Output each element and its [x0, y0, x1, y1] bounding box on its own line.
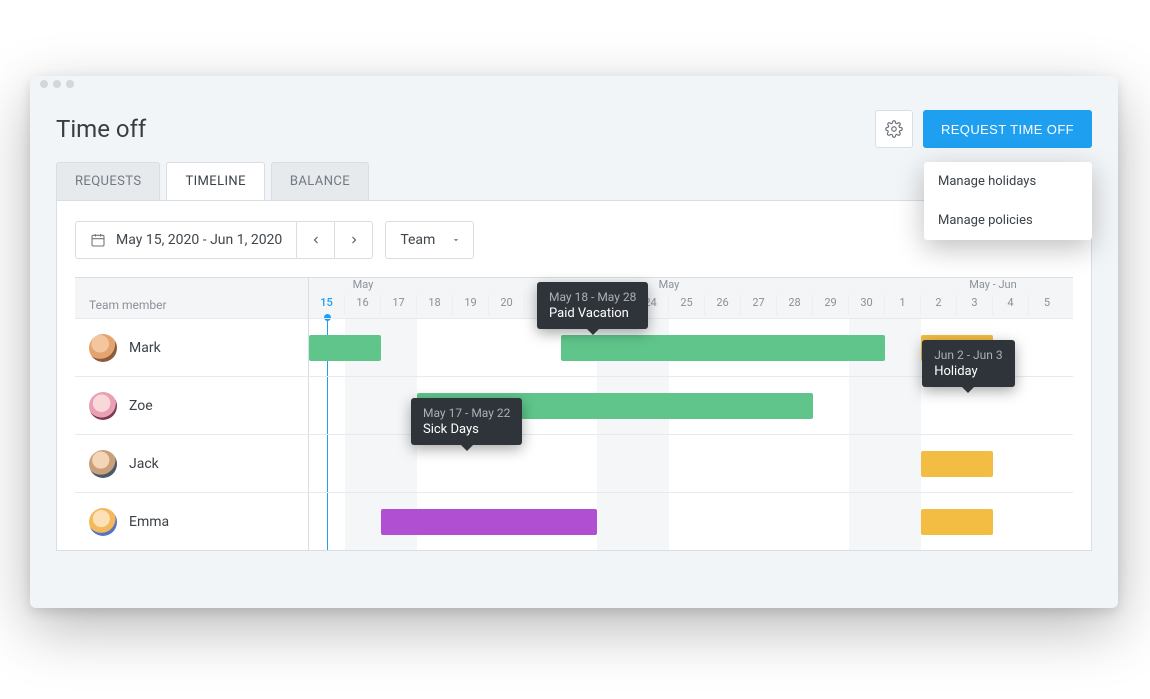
menu-item-manage-policies[interactable]: Manage policies	[924, 201, 1092, 240]
today-line	[327, 377, 328, 434]
member-row: Jack	[75, 434, 1073, 492]
bar-tooltip: Jun 2 - Jun 3 Holiday	[922, 340, 1014, 387]
day-label: 19	[453, 294, 489, 315]
day-label: 29	[813, 294, 849, 315]
chevron-right-icon	[348, 234, 360, 246]
timeline-panel: May 15, 2020 - Jun 1, 2020 Team Team mem…	[56, 200, 1092, 551]
day-label: 4	[993, 294, 1029, 315]
weekend-stripe	[849, 435, 921, 492]
today-line	[327, 493, 328, 550]
member-cell: Mark	[75, 319, 309, 376]
bar-tooltip: May 18 - May 28 Paid Vacation	[537, 282, 648, 329]
member-row: Emma	[75, 492, 1073, 550]
member-cell: Jack	[75, 435, 309, 492]
app-window: Time off REQUEST TIME OFF REQUESTS TIMEL…	[30, 76, 1118, 608]
day-label: 25	[669, 294, 705, 315]
day-label: 20	[489, 294, 525, 315]
tab-timeline[interactable]: TIMELINE	[166, 162, 264, 200]
day-label: 16	[345, 294, 381, 315]
date-range-picker[interactable]: May 15, 2020 - Jun 1, 2020	[75, 221, 373, 259]
day-label: 28	[777, 294, 813, 315]
scope-selected: Team	[400, 232, 435, 248]
weekend-stripe	[849, 493, 921, 550]
avatar	[89, 392, 117, 420]
settings-menu: Manage holidays Manage policies	[924, 162, 1092, 240]
timeoff-bar-holiday[interactable]	[921, 509, 993, 535]
settings-button[interactable]	[875, 110, 913, 148]
day-label: 18	[417, 294, 453, 315]
window-max-dot[interactable]	[66, 80, 74, 88]
timeoff-bar-vacation[interactable]	[309, 335, 381, 361]
window-controls	[40, 80, 1108, 88]
date-next-button[interactable]	[334, 222, 372, 258]
day-label: 3	[957, 294, 993, 315]
member-cell: Zoe	[75, 377, 309, 434]
day-label: 17	[381, 294, 417, 315]
day-label: 26	[705, 294, 741, 315]
tooltip-label: Holiday	[934, 364, 1002, 379]
date-range-label: May 15, 2020 - Jun 1, 2020	[76, 222, 296, 258]
member-track	[309, 493, 1073, 550]
member-name: Mark	[129, 340, 161, 356]
weekend-stripe	[345, 435, 417, 492]
month-label: May	[417, 278, 921, 294]
member-name: Jack	[129, 456, 159, 472]
month-label: May - Jun	[921, 278, 1065, 294]
weekend-stripe	[849, 377, 921, 434]
timeoff-bar-holiday[interactable]	[921, 451, 993, 477]
request-time-off-button[interactable]: REQUEST TIME OFF	[923, 110, 1092, 148]
day-label: 1	[885, 294, 921, 315]
page-header: Time off REQUEST TIME OFF	[30, 94, 1118, 162]
member-name: Emma	[129, 514, 169, 530]
menu-item-manage-holidays[interactable]: Manage holidays	[924, 162, 1092, 201]
tooltip-range: May 18 - May 28	[549, 290, 636, 304]
page-title: Time off	[56, 115, 146, 143]
window-titlebar	[30, 76, 1118, 94]
day-label: 5	[1029, 294, 1065, 315]
scope-select[interactable]: Team	[385, 221, 474, 259]
day-label: 2	[921, 294, 957, 315]
day-label: 15	[309, 294, 345, 315]
avatar	[89, 508, 117, 536]
gear-icon	[885, 120, 903, 138]
tooltip-range: May 17 - May 22	[423, 406, 510, 420]
weekend-stripe	[597, 493, 669, 550]
window-close-dot[interactable]	[40, 80, 48, 88]
timeline-grid: Team memberMayMayMay - Jun15161718192021…	[75, 277, 1073, 550]
today-line	[327, 435, 328, 492]
date-columns: MayMayMay - Jun1516171819202122232425262…	[309, 278, 1073, 318]
weekend-stripe	[597, 435, 669, 492]
weekend-stripe	[345, 377, 417, 434]
calendar-icon	[90, 232, 106, 248]
date-prev-button[interactable]	[296, 222, 334, 258]
day-label: 27	[741, 294, 777, 315]
tab-balance[interactable]: BALANCE	[271, 162, 369, 200]
tooltip-range: Jun 2 - Jun 3	[934, 348, 1002, 362]
window-min-dot[interactable]	[53, 80, 61, 88]
date-range-text: May 15, 2020 - Jun 1, 2020	[116, 232, 282, 248]
tooltip-label: Paid Vacation	[549, 306, 636, 321]
avatar	[89, 450, 117, 478]
member-name: Zoe	[129, 398, 153, 414]
tooltip-label: Sick Days	[423, 422, 510, 437]
chevron-left-icon	[310, 234, 322, 246]
member-cell: Emma	[75, 493, 309, 550]
timeoff-bar-vacation[interactable]	[561, 335, 885, 361]
member-header: Team member	[75, 278, 309, 318]
avatar	[89, 334, 117, 362]
header-actions: REQUEST TIME OFF	[875, 110, 1092, 148]
caret-down-icon	[451, 235, 461, 245]
bar-tooltip: May 17 - May 22 Sick Days	[411, 398, 522, 445]
month-label: May	[309, 278, 417, 294]
timeoff-bar-sick[interactable]	[381, 509, 597, 535]
tab-requests[interactable]: REQUESTS	[56, 162, 160, 200]
day-label: 30	[849, 294, 885, 315]
